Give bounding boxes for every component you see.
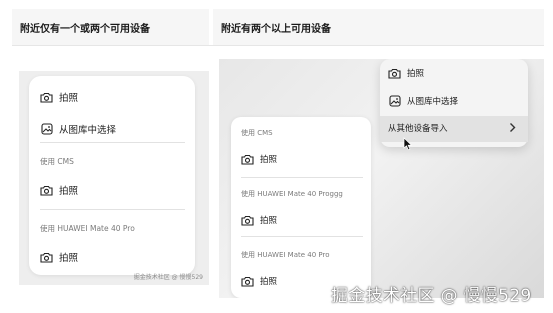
mate40pro-take-photo-label: 拍照 — [59, 253, 79, 264]
column-header-left-text: 附近仅有一个或两个可用设备 — [20, 23, 150, 35]
gallery-icon — [388, 95, 401, 107]
gallery-icon — [40, 123, 53, 135]
cms-take-photo-item[interactable]: 拍照 — [241, 153, 277, 165]
mate40proggg-take-photo-label: 拍照 — [260, 216, 278, 226]
camera-icon — [40, 251, 53, 263]
cms-take-photo-item[interactable]: 拍照 — [40, 183, 78, 197]
camera-icon — [241, 214, 254, 226]
column-header-left: 附近仅有一个或两个可用设备 — [12, 9, 209, 45]
section-label-cms: 使用 CMS — [40, 157, 74, 166]
cms-take-photo-label: 拍照 — [260, 155, 278, 165]
column-header-right-text: 附近有两个以上可用设备 — [221, 23, 331, 35]
camera-icon — [40, 91, 53, 103]
divider — [241, 177, 363, 178]
camera-icon — [388, 67, 401, 79]
left-action-sheet: 拍照 从图库中选择 使用 CMS 拍照 使用 HUAWEI Mate 40 Pr… — [29, 76, 195, 275]
mouse-cursor-icon — [403, 136, 413, 155]
camera-icon — [241, 275, 254, 287]
popup-menu: 拍照 从图库中选择 从其他设备导入 — [380, 59, 528, 147]
choose-gallery-item[interactable]: 从图库中选择 — [40, 122, 116, 136]
mate40proggg-take-photo-item[interactable]: 拍照 — [241, 214, 277, 226]
small-watermark: 掘金技术社区 @ 慢慢529 — [133, 274, 203, 281]
take-photo-item[interactable]: 拍照 — [40, 90, 78, 104]
divider — [40, 209, 185, 210]
mate40pro-take-photo-label: 拍照 — [260, 277, 278, 287]
left-example-image: 拍照 从图库中选择 使用 CMS 拍照 使用 HUAWEI Mate 40 Pr… — [19, 71, 209, 285]
mate40pro-take-photo-item[interactable]: 拍照 — [241, 275, 277, 287]
mate40pro-take-photo-item[interactable]: 拍照 — [40, 250, 78, 264]
section-label-cms: 使用 CMS — [241, 129, 273, 137]
section-label-mate40proggg: 使用 HUAWEI Mate 40 Proggg — [241, 190, 343, 198]
menu-take-photo-label: 拍照 — [407, 69, 425, 79]
right-example-image: 使用 CMS 拍照 使用 HUAWEI Mate 40 Proggg 拍照 使用… — [219, 59, 544, 298]
header-divider — [12, 45, 544, 46]
section-label-mate40pro: 使用 HUAWEI Mate 40 Pro — [241, 251, 330, 259]
right-action-sheet: 使用 CMS 拍照 使用 HUAWEI Mate 40 Proggg 拍照 使用… — [231, 117, 371, 298]
divider — [241, 236, 363, 237]
chevron-right-icon — [509, 122, 516, 136]
column-header-right: 附近有两个以上可用设备 — [213, 9, 544, 45]
menu-import-other-label: 从其他设备导入 — [388, 124, 448, 134]
choose-gallery-label: 从图库中选择 — [59, 125, 117, 136]
section-label-mate40pro: 使用 HUAWEI Mate 40 Pro — [40, 224, 135, 233]
camera-icon — [241, 153, 254, 165]
menu-choose-gallery-label: 从图库中选择 — [407, 97, 459, 107]
divider — [40, 142, 185, 143]
cms-take-photo-label: 拍照 — [59, 186, 79, 197]
site-watermark: 掘金技术社区 @ 慢慢529 — [331, 286, 532, 306]
take-photo-label: 拍照 — [59, 93, 79, 104]
camera-icon — [40, 184, 53, 196]
menu-take-photo-item[interactable]: 拍照 — [388, 67, 424, 79]
menu-choose-gallery-item[interactable]: 从图库中选择 — [388, 95, 458, 107]
menu-import-other-item[interactable]: 从其他设备导入 — [388, 122, 448, 134]
